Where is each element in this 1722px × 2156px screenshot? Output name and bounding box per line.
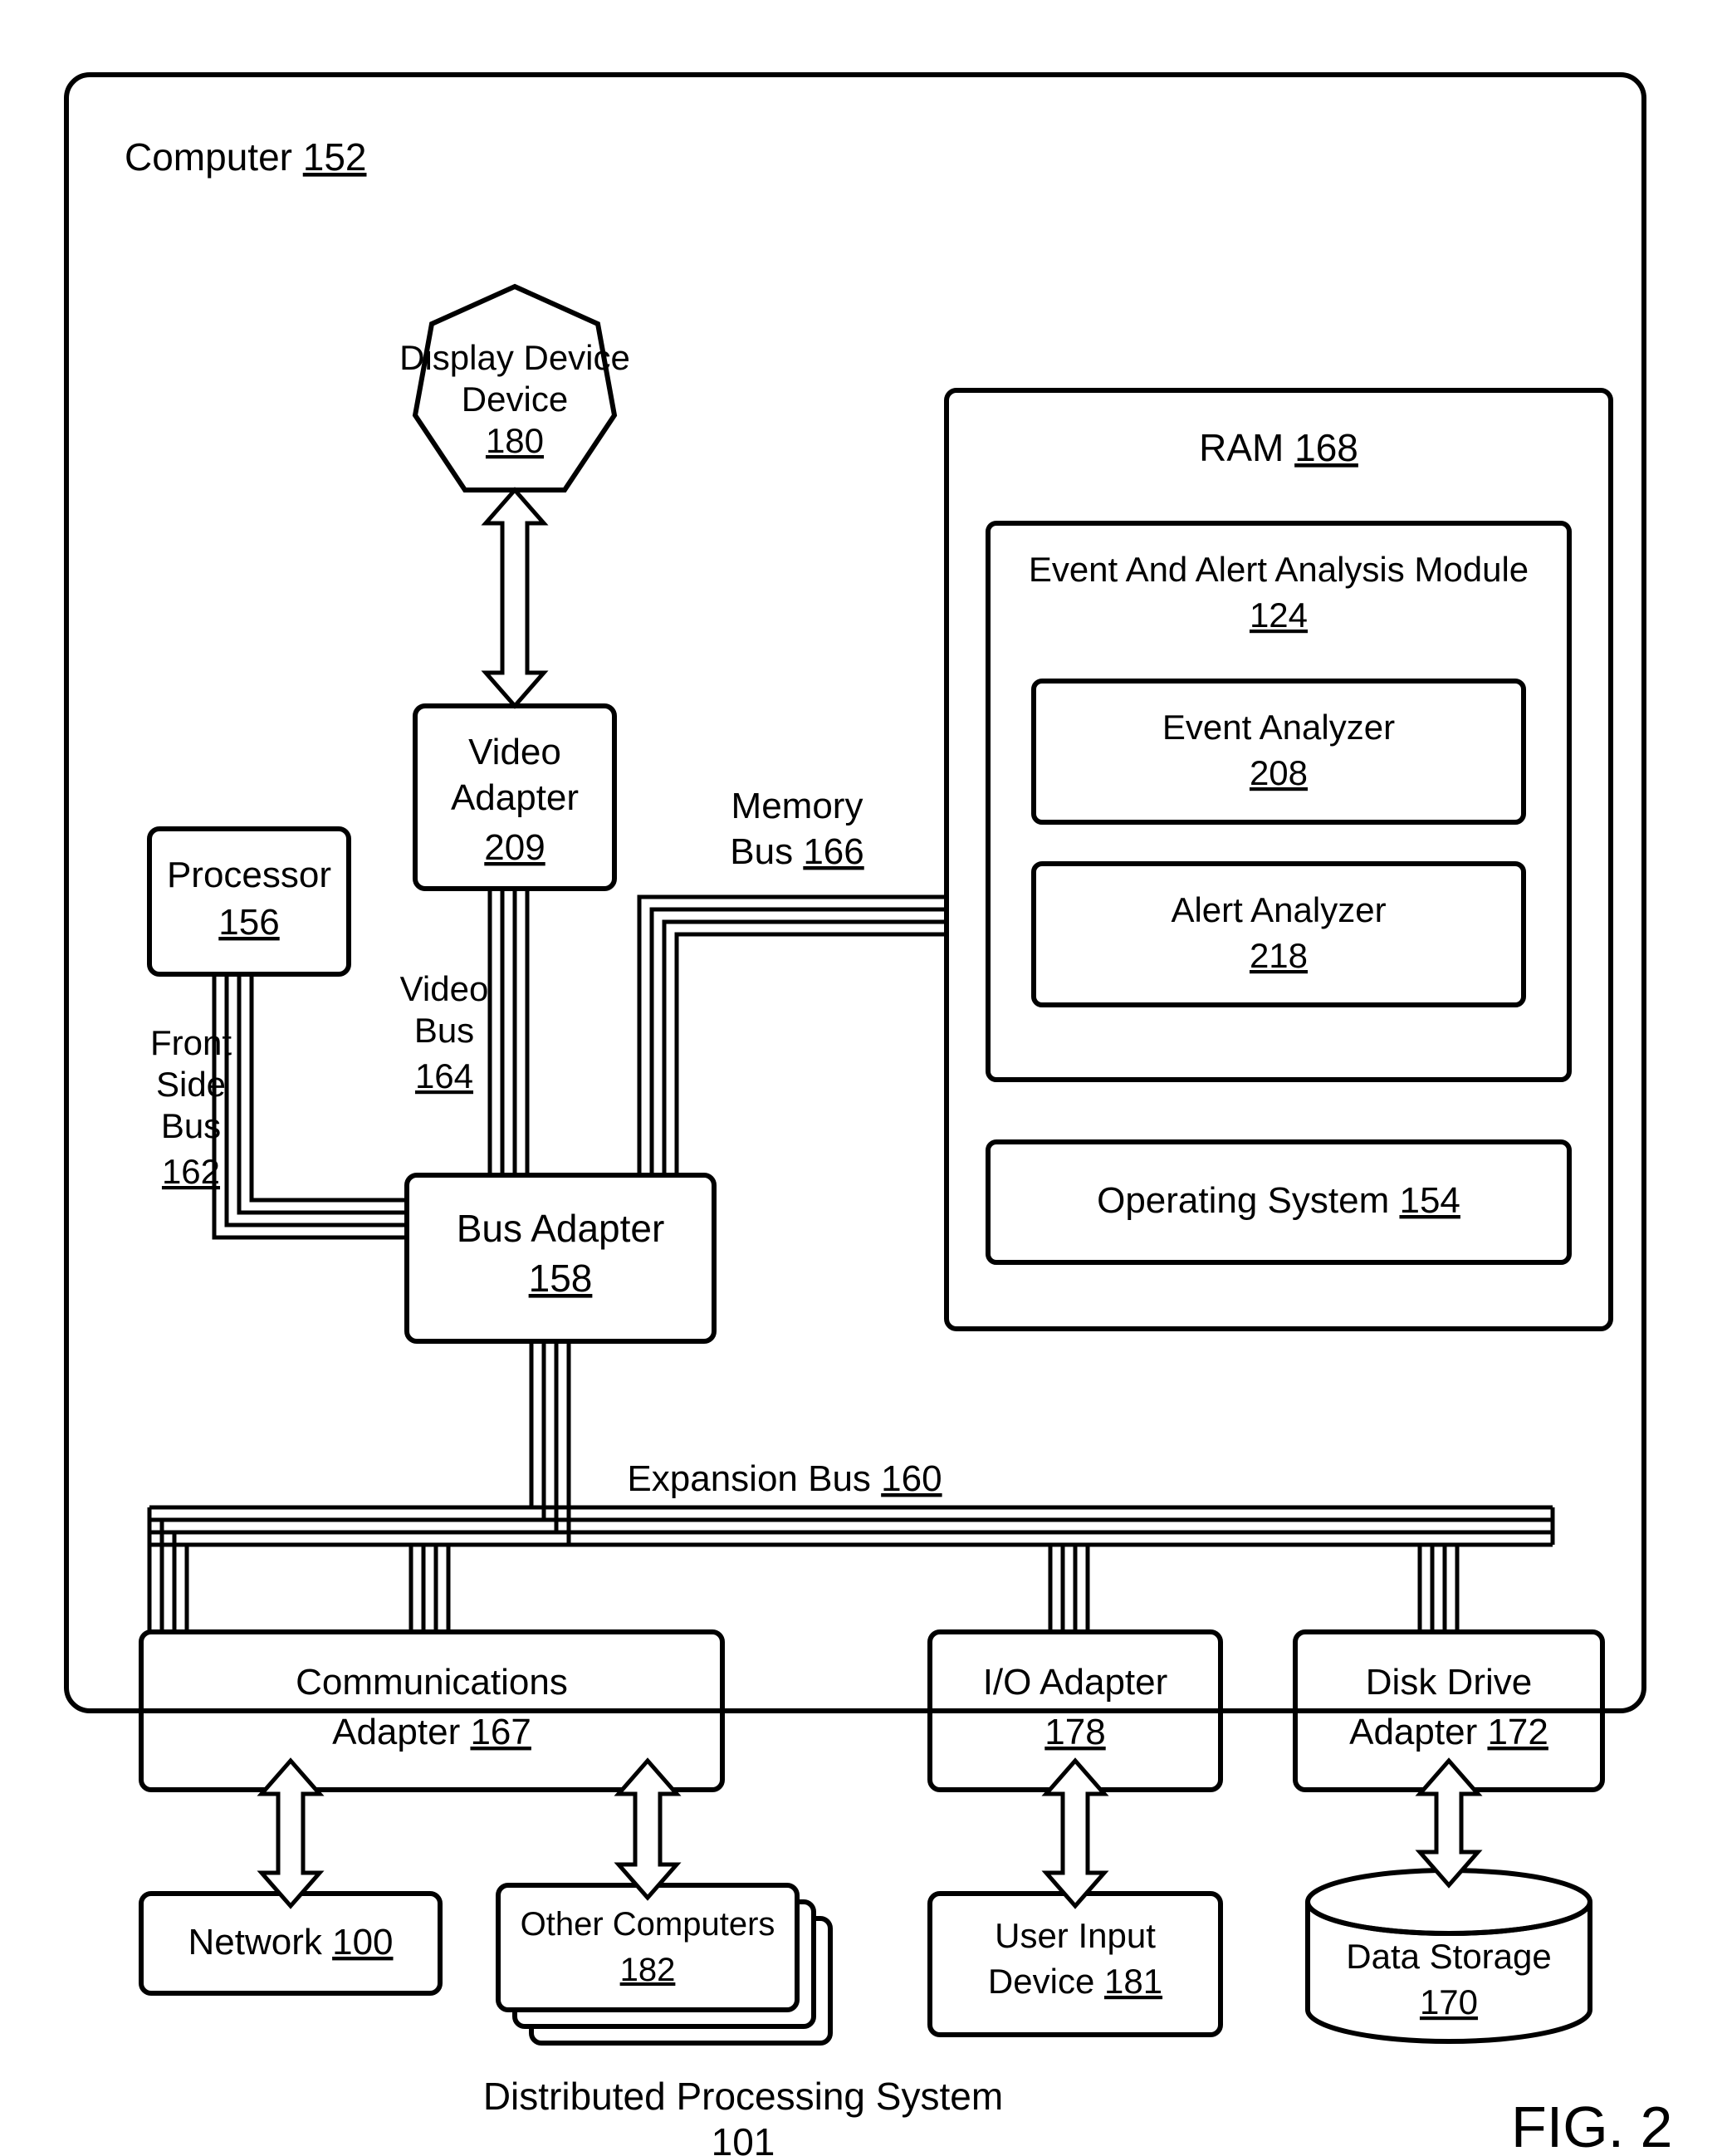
memory-bus: [639, 897, 947, 1175]
event-analyzer: [1034, 681, 1524, 822]
io-adapter-l1: I/O Adapter: [983, 1662, 1168, 1703]
comm-adapter-l1: Communications: [296, 1662, 568, 1703]
system-title: Distributed Processing System: [483, 2075, 1003, 2118]
disk-adapter-l1: Disk Drive: [1366, 1662, 1532, 1703]
alert-analyzer-l1: Alert Analyzer: [1171, 890, 1386, 929]
io-adapter-ref: 178: [1044, 1712, 1105, 1752]
comm-adapter-l2: Adapter 167: [332, 1712, 531, 1752]
network-label: Network 100: [188, 1922, 393, 1962]
fsb-l2: Side: [156, 1065, 226, 1104]
fsb-ref: 162: [162, 1152, 220, 1191]
expansion-bus-horiz: [149, 1507, 1553, 1545]
expansion-drop-comm: [411, 1545, 448, 1632]
memory-bus-l2: Bus 166: [730, 831, 863, 872]
other-computers-ref: 182: [620, 1952, 676, 1988]
system-ref: 101: [712, 2120, 775, 2156]
arrow-io-userinput: [1046, 1761, 1104, 1906]
user-input-l2: Device 181: [988, 1962, 1162, 2001]
bus-adapter-ref: 158: [529, 1257, 593, 1300]
display-label2: Device: [462, 380, 568, 419]
memory-bus-l1: Memory: [731, 786, 863, 826]
other-computers-l1: Other Computers: [521, 1906, 775, 1943]
video-adapter-l1: Video: [468, 732, 561, 772]
alert-analyzer: [1034, 864, 1524, 1005]
computer-label: Computer 152: [125, 135, 367, 179]
figure-label: FIG. 2: [1511, 2095, 1672, 2156]
event-module-l1: Event And Alert Analysis Module: [1029, 550, 1529, 589]
processor-ref: 156: [218, 902, 279, 943]
event-module-ref: 124: [1250, 595, 1308, 635]
video-adapter-l2: Adapter: [451, 777, 579, 818]
video-bus-ref: 164: [415, 1056, 473, 1095]
expansion-drop-disk: [1420, 1545, 1457, 1632]
expansion-left-cap: [149, 1507, 187, 1632]
video-bus-l1: Video: [400, 969, 489, 1008]
video-bus-l2: Bus: [414, 1011, 474, 1050]
front-side-bus: [214, 974, 407, 1237]
disk-adapter-l2: Adapter 172: [1349, 1712, 1548, 1752]
diagram: Computer 152 Display Device Device 180 V…: [0, 0, 1722, 2156]
expansion-drop-io: [1050, 1545, 1088, 1632]
arrow-comm-network: [262, 1761, 320, 1906]
processor-l1: Processor: [167, 855, 331, 895]
display-label: Display Device: [399, 338, 630, 377]
fsb-l1: Front: [150, 1023, 232, 1062]
fsb-l3: Bus: [161, 1106, 221, 1145]
arrow-disk-storage: [1420, 1761, 1478, 1885]
ram-label: RAM 168: [1199, 426, 1358, 469]
alert-analyzer-ref: 218: [1250, 936, 1308, 975]
event-analyzer-l1: Event Analyzer: [1162, 708, 1395, 747]
arrow-display-video: [486, 490, 544, 706]
expansion-bus-label: Expansion Bus 160: [627, 1458, 942, 1499]
arrow-comm-others: [619, 1761, 677, 1898]
data-storage-l1: Data Storage: [1346, 1937, 1552, 1976]
data-storage-ref: 170: [1420, 1982, 1478, 2021]
video-adapter-ref: 209: [484, 827, 545, 868]
user-input-l1: User Input: [995, 1916, 1156, 1955]
event-analyzer-ref: 208: [1250, 753, 1308, 792]
display-ref: 180: [486, 421, 544, 460]
os-label: Operating System 154: [1097, 1180, 1460, 1221]
expansion-bus-vert: [531, 1341, 569, 1545]
bus-adapter-l1: Bus Adapter: [457, 1207, 665, 1250]
video-bus: [490, 889, 527, 1175]
